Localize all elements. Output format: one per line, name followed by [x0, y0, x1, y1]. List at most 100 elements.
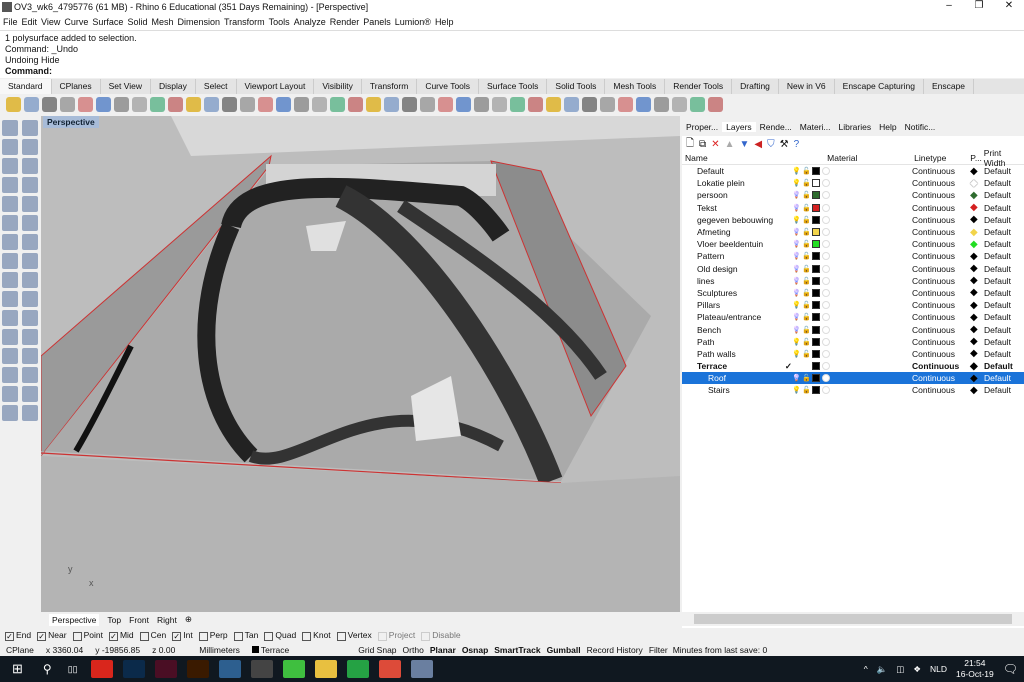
layer-linetype[interactable]: Continuous [912, 190, 970, 200]
layer-color-swatch[interactable] [812, 276, 822, 285]
layer-linetype[interactable]: Continuous [912, 312, 970, 322]
left-toolbar-tool-icon[interactable] [22, 405, 38, 421]
print-color-icon[interactable]: ◆ [970, 287, 984, 298]
close-button[interactable]: ✕ [994, 0, 1024, 11]
menu-transform[interactable]: Transform [224, 17, 265, 27]
osnap-tan[interactable]: Tan [233, 630, 258, 641]
material-swatch[interactable] [822, 252, 912, 261]
lock-icon[interactable]: 🔓 [802, 204, 812, 212]
lock-icon[interactable]: 🔓 [802, 179, 812, 187]
layer-print-width[interactable]: Default [984, 227, 1011, 237]
light-bulb-icon[interactable]: 💡 [792, 313, 802, 321]
task-view-icon[interactable]: ▯▯ [68, 664, 78, 675]
light-bulb-icon[interactable]: 💡 [792, 277, 802, 285]
layer-linetype[interactable]: Continuous [912, 337, 970, 347]
layer-name[interactable]: Bench [682, 325, 792, 335]
network-icon[interactable]: ◫ [896, 664, 904, 675]
light-bulb-icon[interactable]: 💡 [792, 289, 802, 297]
filter-icon[interactable]: ⛉ [767, 139, 775, 150]
light-bulb-icon[interactable]: 💡 [792, 301, 802, 309]
toolbar-tool-icon[interactable] [330, 96, 345, 112]
maximize-button[interactable]: ❐ [964, 0, 994, 11]
panel-tab-proper[interactable]: Proper... [682, 122, 722, 132]
panel-tab-rende[interactable]: Rende... [756, 122, 796, 132]
layer-name[interactable]: persoon [682, 190, 792, 200]
layer-color-swatch[interactable] [812, 228, 822, 237]
layer-color-swatch[interactable] [812, 215, 822, 224]
light-bulb-icon[interactable]: 💡 [792, 216, 802, 224]
layer-print-width[interactable]: Default [984, 178, 1011, 188]
layer-row[interactable]: Terrace ✓ Continuous ◆ Default [682, 360, 1024, 372]
taskbar-lumion-icon[interactable] [282, 660, 305, 678]
dropbox-icon[interactable]: ❖ [913, 664, 921, 675]
tab-drafting[interactable]: Drafting [732, 79, 779, 94]
lock-icon[interactable]: 🔓 [802, 167, 812, 175]
print-color-icon[interactable]: ◆ [970, 324, 984, 335]
language-indicator[interactable]: NLD [930, 664, 947, 674]
menu-mesh[interactable]: Mesh [151, 17, 173, 27]
print-color-icon[interactable]: ◆ [970, 202, 984, 213]
print-color-icon[interactable]: ◆ [970, 214, 984, 225]
print-color-icon[interactable]: ◆ [970, 300, 984, 311]
layer-row[interactable]: persoon 💡 🔓 Continuous ◆ Default [682, 189, 1024, 201]
material-swatch[interactable] [822, 301, 912, 310]
checkbox[interactable] [377, 631, 387, 641]
layer-row[interactable]: Tekst 💡 🔓 Continuous ◆ Default [682, 202, 1024, 214]
print-color-icon[interactable]: ◆ [970, 312, 984, 323]
toolbar-tool-icon[interactable] [96, 96, 111, 112]
panel-tab-materi[interactable]: Materi... [796, 122, 835, 132]
material-swatch[interactable] [822, 337, 912, 346]
toolbar-tool-icon[interactable] [672, 96, 687, 112]
toolbar-tool-icon[interactable] [78, 96, 93, 112]
checkbox[interactable]: ✓ [172, 631, 182, 641]
toolbar-tool-icon[interactable] [114, 96, 129, 112]
toolbar-tool-icon[interactable] [438, 96, 453, 112]
layer-print-width[interactable]: Default [984, 312, 1011, 322]
menu-edit[interactable]: Edit [22, 17, 38, 27]
taskbar-illustrator-icon[interactable] [186, 660, 209, 678]
layer-color-swatch[interactable] [812, 374, 822, 383]
move-out-icon[interactable]: ◀ [754, 139, 762, 150]
osnap-knot[interactable]: Knot [302, 630, 331, 641]
left-toolbar-tool-icon[interactable] [22, 139, 38, 155]
osnap-disable[interactable]: Disable [421, 630, 461, 641]
light-bulb-icon[interactable]: 💡 [792, 179, 802, 187]
layer-row[interactable]: Bench 💡 🔓 Continuous ◆ Default [682, 323, 1024, 335]
layer-name[interactable]: Pillars [682, 300, 792, 310]
col-material[interactable]: Material [827, 153, 914, 163]
print-color-icon[interactable]: ◆ [970, 263, 984, 274]
material-swatch[interactable] [822, 203, 912, 212]
layer-name[interactable]: Vloer beeldentuin [682, 239, 792, 249]
lock-icon[interactable]: 🔓 [802, 289, 812, 297]
toolbar-tool-icon[interactable] [690, 96, 705, 112]
toolbar-tool-icon[interactable] [204, 96, 219, 112]
panel-tab-libraries[interactable]: Libraries [835, 122, 876, 132]
command-prompt[interactable]: Command: [5, 66, 52, 76]
layer-name[interactable]: Sculptures [682, 288, 792, 298]
light-bulb-icon[interactable]: 💡 [792, 374, 802, 382]
status-toggle-ortho[interactable]: Ortho [400, 645, 427, 655]
left-toolbar-tool-icon[interactable] [22, 367, 38, 383]
current-layer[interactable]: Terrace [246, 645, 295, 655]
layer-row[interactable]: Path 💡 🔓 Continuous ◆ Default [682, 336, 1024, 348]
print-color-icon[interactable]: ◆ [970, 239, 984, 250]
left-toolbar-tool-icon[interactable] [22, 348, 38, 364]
material-swatch[interactable] [822, 240, 912, 249]
layer-row[interactable]: Pattern 💡 🔓 Continuous ◆ Default [682, 250, 1024, 262]
toolbar-tool-icon[interactable] [654, 96, 669, 112]
taskbar-rhino-icon[interactable] [250, 660, 273, 678]
print-color-icon[interactable]: ◆ [970, 348, 984, 359]
layer-row[interactable]: Plateau/entrance 💡 🔓 Continuous ◆ Default [682, 311, 1024, 323]
material-swatch[interactable] [822, 386, 912, 395]
layer-linetype[interactable]: Continuous [912, 288, 970, 298]
left-toolbar-tool-icon[interactable] [2, 120, 18, 136]
layer-color-swatch[interactable] [812, 349, 822, 358]
print-color-icon[interactable]: ◆ [970, 385, 984, 396]
material-swatch[interactable] [822, 264, 912, 273]
toolbar-tool-icon[interactable] [618, 96, 633, 112]
layer-linetype[interactable]: Continuous [912, 264, 970, 274]
layer-color-swatch[interactable] [812, 362, 822, 371]
tab-new-in-v6[interactable]: New in V6 [779, 79, 835, 94]
checkbox[interactable]: ✓ [37, 631, 47, 641]
lock-icon[interactable]: 🔓 [802, 191, 812, 199]
